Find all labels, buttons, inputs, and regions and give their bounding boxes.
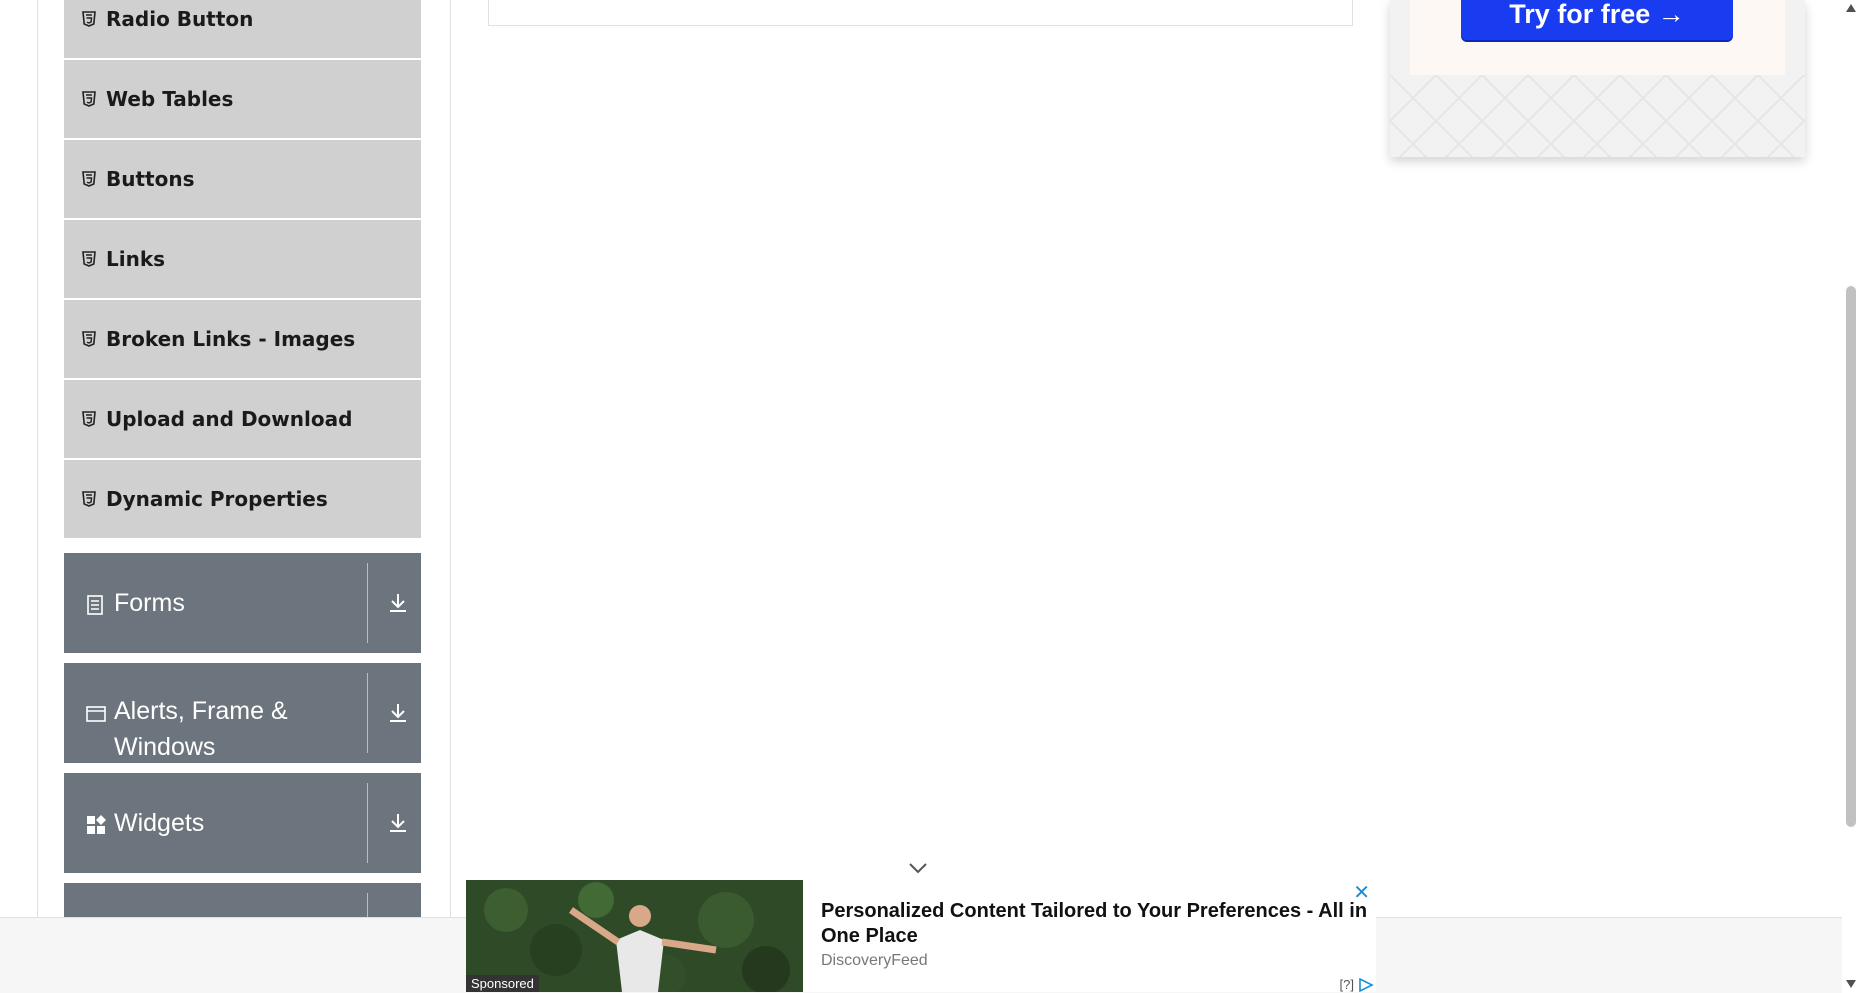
ad-headline[interactable]: Personalized Content Tailored to Your Pr… <box>821 899 1371 949</box>
download-icon[interactable] <box>386 701 410 725</box>
sidebar-item-label: Web Tables <box>106 87 234 111</box>
html5-icon <box>82 491 96 507</box>
sidebar-item-dynamic-properties[interactable]: Dynamic Properties <box>64 460 421 538</box>
sidebar-item-buttons[interactable]: Buttons <box>64 140 421 218</box>
adchoices-icon[interactable] <box>1358 977 1374 992</box>
content-box <box>488 0 1353 26</box>
bottom-ad[interactable]: Sponsored Personalized Content Tailored … <box>466 880 1376 992</box>
html5-icon <box>82 411 96 427</box>
html5-icon <box>82 171 96 187</box>
divider <box>367 783 368 863</box>
sidebar-item-radio-button[interactable]: Radio Button <box>64 0 421 58</box>
group-header-widgets[interactable]: Widgets <box>64 773 421 873</box>
group-title: Forms <box>114 589 185 617</box>
chevron-down-icon[interactable] <box>908 861 928 875</box>
window-icon <box>86 705 106 725</box>
group-header-forms[interactable]: Forms <box>64 553 421 653</box>
scrollbar[interactable] <box>1842 0 1860 992</box>
ad-pattern <box>1390 75 1805 157</box>
html5-icon <box>82 91 96 107</box>
side-ad: Try for free → <box>1390 0 1805 157</box>
ad-choices[interactable]: [?] <box>1340 977 1374 992</box>
sidebar-item-upload-download[interactable]: Upload and Download <box>64 380 421 458</box>
sidebar-item-links[interactable]: Links <box>64 220 421 298</box>
scrollbar-thumb[interactable] <box>1846 286 1856 827</box>
ad-source: DiscoveryFeed <box>821 952 928 969</box>
html5-icon <box>82 331 96 347</box>
scroll-up-icon[interactable] <box>1846 4 1856 12</box>
sidebar-menu-list: Radio Button Web Tables Buttons Links Br… <box>64 0 421 540</box>
group-header-alerts-frame-windows[interactable]: Alerts, Frame & Windows <box>64 663 421 763</box>
group-title: Widgets <box>114 809 205 837</box>
divider <box>367 673 368 753</box>
ad-info[interactable]: [?] <box>1340 977 1354 992</box>
sidebar-item-label: Links <box>106 247 166 271</box>
sidebar-item-broken-links[interactable]: Broken Links - Images <box>64 300 421 378</box>
html5-icon <box>82 251 96 267</box>
close-icon[interactable]: ✕ <box>1353 880 1370 905</box>
divider <box>367 563 368 643</box>
download-icon[interactable] <box>386 591 410 615</box>
sidebar-item-web-tables[interactable]: Web Tables <box>64 60 421 138</box>
ad-photo: Sponsored <box>466 880 803 992</box>
group-title: Alerts, Frame & Windows <box>114 697 288 761</box>
widgets-icon <box>86 815 106 835</box>
sidebar-item-label: Radio Button <box>106 7 254 31</box>
form-icon <box>86 595 106 615</box>
download-icon[interactable] <box>386 811 410 835</box>
sidebar-item-label: Dynamic Properties <box>106 487 328 511</box>
sidebar-item-label: Buttons <box>106 167 195 191</box>
sidebar-item-label: Broken Links - Images <box>106 327 356 351</box>
html5-icon <box>82 11 96 27</box>
sponsored-label: Sponsored <box>466 975 539 992</box>
try-for-free-button[interactable]: Try for free → <box>1461 0 1733 40</box>
scroll-down-icon[interactable] <box>1846 980 1856 988</box>
sidebar-item-label: Upload and Download <box>106 407 353 431</box>
